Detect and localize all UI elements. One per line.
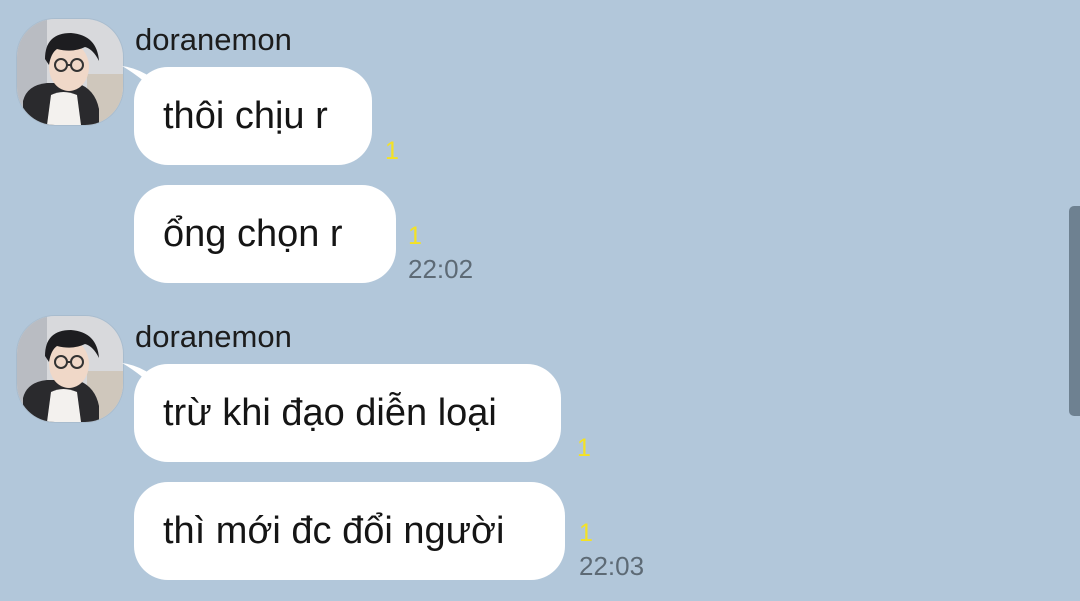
unread-count: 1 bbox=[408, 222, 422, 250]
profile-photo-avatar-icon bbox=[17, 19, 123, 125]
unread-count: 1 bbox=[385, 137, 399, 165]
sender-avatar[interactable] bbox=[17, 19, 123, 125]
message-bubble[interactable]: ổng chọn r bbox=[134, 185, 396, 283]
profile-photo-avatar-icon bbox=[17, 316, 123, 422]
unread-count: 1 bbox=[579, 519, 593, 547]
message-text: thôi chịu r bbox=[163, 94, 328, 137]
message-bubble[interactable]: trừ khi đạo diễn loại bbox=[134, 364, 561, 462]
message-time: 22:03 bbox=[579, 551, 645, 581]
sender-name: doranemon bbox=[135, 22, 292, 57]
message-bubble[interactable]: thôi chịu r bbox=[134, 67, 372, 165]
sender-avatar[interactable] bbox=[17, 316, 123, 422]
unread-count: 1 bbox=[577, 434, 591, 462]
message-time: 22:02 bbox=[408, 254, 474, 284]
message-text: trừ khi đạo diễn loại bbox=[163, 391, 497, 434]
message-text: thì mới đc đổi người bbox=[163, 509, 505, 552]
message-text: ổng chọn r bbox=[163, 212, 343, 255]
sender-name: doranemon bbox=[135, 319, 292, 354]
message-bubble[interactable]: thì mới đc đổi người bbox=[134, 482, 565, 580]
scrollbar-thumb[interactable] bbox=[1069, 206, 1080, 416]
